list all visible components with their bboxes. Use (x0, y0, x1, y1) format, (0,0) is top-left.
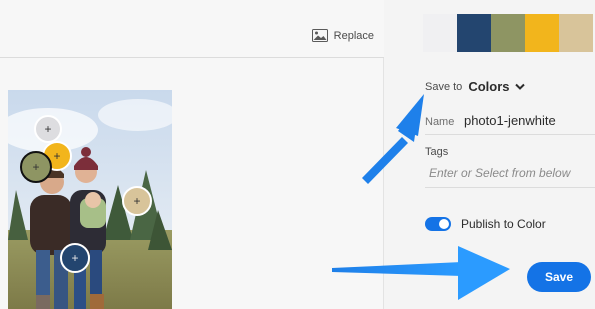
name-field[interactable]: Name photo1-jenwhite (425, 113, 595, 135)
plus-icon: + (71, 251, 79, 265)
save-button[interactable]: Save (527, 262, 591, 292)
swatch-marker[interactable]: + (122, 186, 152, 216)
image-panel: Replace + + + + + (0, 0, 384, 309)
publish-label: Publish to Color (461, 217, 546, 231)
swatch-marker[interactable]: + (34, 115, 62, 143)
save-to-label: Save to (425, 80, 463, 93)
plus-icon: + (44, 122, 52, 136)
plus-icon: + (133, 194, 141, 208)
image-toolbar: Replace (0, 0, 384, 58)
palette-swatch[interactable] (559, 14, 593, 52)
publish-row: Publish to Color (425, 217, 546, 231)
palette-swatch[interactable] (491, 14, 525, 52)
palette-swatch[interactable] (525, 14, 559, 52)
palette-swatch[interactable] (457, 14, 491, 52)
swatch-marker-selected[interactable]: + (20, 151, 52, 183)
swatch-marker[interactable]: + (60, 243, 90, 273)
tags-label: Tags (425, 146, 449, 158)
save-to-dropdown[interactable]: Colors (468, 79, 509, 94)
replace-image-button[interactable]: Replace (311, 29, 374, 42)
plus-icon: + (53, 149, 61, 163)
plus-icon: + (32, 160, 40, 174)
image-icon (311, 29, 328, 42)
name-label: Name (425, 116, 455, 128)
replace-label: Replace (333, 29, 374, 42)
tags-input[interactable]: Enter or Select from below (425, 166, 595, 188)
color-palette (423, 14, 593, 52)
save-to-row: Save to Colors (425, 79, 526, 94)
publish-toggle[interactable] (425, 217, 451, 231)
chevron-down-icon[interactable] (515, 83, 526, 91)
name-value: photo1-jenwhite (463, 113, 556, 128)
palette-swatch[interactable] (423, 14, 457, 52)
color-theme-editor: Replace + + + + + Save to Colors Name ph… (0, 0, 595, 309)
